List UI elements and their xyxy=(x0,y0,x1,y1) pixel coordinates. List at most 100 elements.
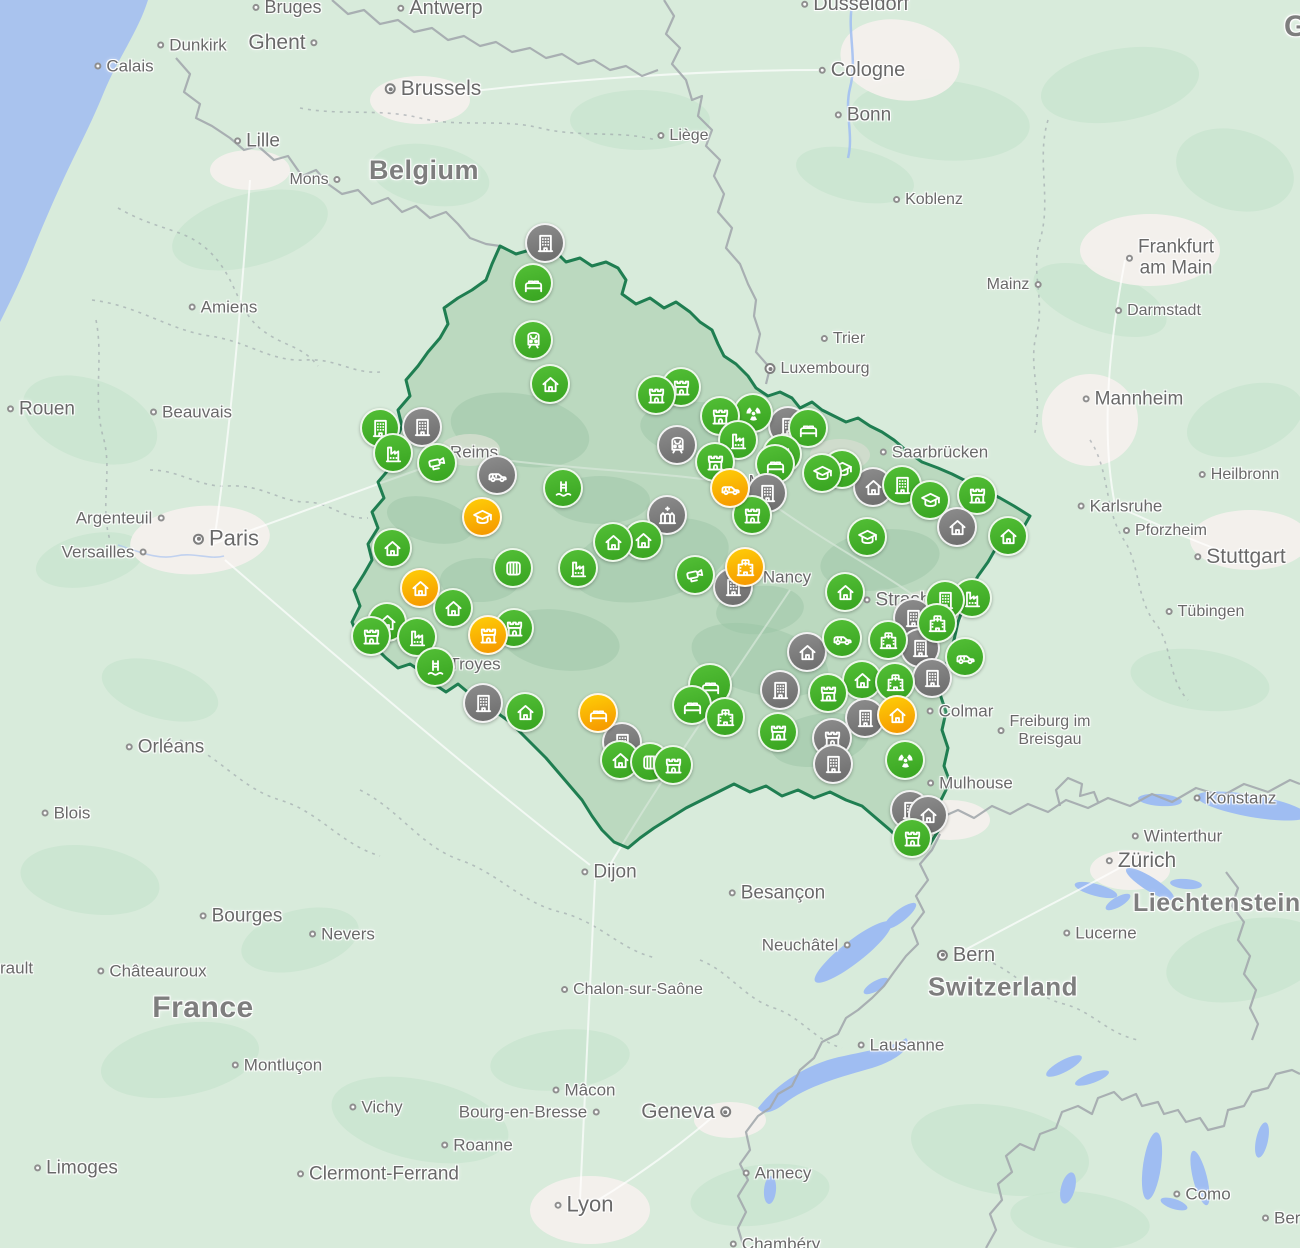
home-icon xyxy=(946,516,969,539)
home-icon xyxy=(602,531,625,554)
home-icon xyxy=(609,749,632,772)
map-marker-ladder[interactable] xyxy=(543,468,583,508)
map-marker-hospital[interactable] xyxy=(868,620,908,660)
hospital-icon xyxy=(884,671,907,694)
home-icon xyxy=(442,597,465,620)
castle-icon xyxy=(741,504,764,527)
map-marker-hospital[interactable] xyxy=(725,547,765,587)
building-icon xyxy=(411,416,434,439)
castle-icon xyxy=(360,625,383,648)
map-marker-van[interactable] xyxy=(822,618,862,658)
cctv-icon xyxy=(684,564,707,587)
map-marker-castle[interactable] xyxy=(468,615,508,655)
map-marker-cctv[interactable] xyxy=(675,555,715,595)
factory-icon xyxy=(567,557,590,580)
castle-icon xyxy=(662,754,685,777)
bed-icon xyxy=(587,702,610,725)
map-marker-home[interactable] xyxy=(530,364,570,404)
building-icon xyxy=(822,753,845,776)
map-marker-hospital[interactable] xyxy=(705,697,745,737)
hospital-icon xyxy=(926,612,949,635)
factory-icon xyxy=(406,626,429,649)
home-icon xyxy=(862,476,885,499)
map-marker-home[interactable] xyxy=(400,568,440,608)
map-marker-van[interactable] xyxy=(477,455,517,495)
map-marker-grad[interactable] xyxy=(802,453,842,493)
map-marker-fence[interactable] xyxy=(493,548,533,588)
map-marker-castle[interactable] xyxy=(351,616,391,656)
castle-icon xyxy=(817,682,840,705)
map-marker-train[interactable] xyxy=(657,425,697,465)
grad-icon xyxy=(856,526,879,549)
map-marker-castle[interactable] xyxy=(758,712,798,752)
map-marker-hospital[interactable] xyxy=(917,603,957,643)
factory-icon xyxy=(382,442,405,465)
castle-icon xyxy=(901,827,924,850)
church-icon xyxy=(656,504,679,527)
grad-icon xyxy=(811,462,834,485)
map-canvas[interactable]: GBelgiumFranceSwitzerlandLiechtensteinBr… xyxy=(0,0,1300,1248)
building-icon xyxy=(921,667,944,690)
map-marker-van[interactable] xyxy=(945,637,985,677)
map-marker-home[interactable] xyxy=(505,692,545,732)
map-marker-castle[interactable] xyxy=(808,673,848,713)
home-icon xyxy=(514,701,537,724)
map-marker-home[interactable] xyxy=(593,522,633,562)
fence-icon xyxy=(502,557,525,580)
ladder-icon xyxy=(424,656,447,679)
map-marker-train[interactable] xyxy=(513,320,553,360)
van-icon xyxy=(954,646,977,669)
map-marker-home[interactable] xyxy=(825,572,865,612)
building-icon xyxy=(854,707,877,730)
castle-icon xyxy=(645,384,668,407)
van-icon xyxy=(831,627,854,650)
map-marker-bed[interactable] xyxy=(578,693,618,733)
map-marker-grad[interactable] xyxy=(462,497,502,537)
van-icon xyxy=(719,477,742,500)
hospital-icon xyxy=(877,629,900,652)
map-marker-building[interactable] xyxy=(813,744,853,784)
grad-icon xyxy=(471,506,494,529)
map-marker-bed[interactable] xyxy=(513,263,553,303)
map-marker-castle[interactable] xyxy=(892,818,932,858)
building-icon xyxy=(769,679,792,702)
home-icon xyxy=(886,704,909,727)
map-marker-home[interactable] xyxy=(988,516,1028,556)
map-marker-building[interactable] xyxy=(760,670,800,710)
map-marker-building[interactable] xyxy=(525,223,565,263)
map-marker-factory[interactable] xyxy=(558,548,598,588)
castle-icon xyxy=(966,484,989,507)
home-icon xyxy=(834,581,857,604)
map-marker-castle[interactable] xyxy=(653,745,693,785)
map-marker-grad[interactable] xyxy=(847,517,887,557)
home-icon xyxy=(796,641,819,664)
grad-icon xyxy=(919,489,942,512)
map-marker-home[interactable] xyxy=(877,695,917,735)
map-marker-home[interactable] xyxy=(372,528,412,568)
bed-icon xyxy=(522,272,545,295)
home-icon xyxy=(851,669,874,692)
home-icon xyxy=(997,525,1020,548)
train-icon xyxy=(666,434,689,457)
map-marker-cctv[interactable] xyxy=(417,443,457,483)
hospital-icon xyxy=(734,556,757,579)
map-marker-home[interactable] xyxy=(937,507,977,547)
cctv-icon xyxy=(426,452,449,475)
home-icon xyxy=(632,529,655,552)
building-icon xyxy=(534,232,557,255)
map-marker-van[interactable] xyxy=(710,468,750,508)
radiation-icon xyxy=(894,749,917,772)
map-marker-castle[interactable] xyxy=(636,375,676,415)
map-marker-building[interactable] xyxy=(463,683,503,723)
home-icon xyxy=(539,373,562,396)
map-marker-home[interactable] xyxy=(787,632,827,672)
building-icon xyxy=(472,692,495,715)
castle-icon xyxy=(477,624,500,647)
ladder-icon xyxy=(552,477,575,500)
castle-icon xyxy=(767,721,790,744)
bed-icon xyxy=(797,417,820,440)
map-marker-ladder[interactable] xyxy=(415,647,455,687)
map-marker-radiation[interactable] xyxy=(885,740,925,780)
home-icon xyxy=(409,577,432,600)
map-marker-factory[interactable] xyxy=(373,433,413,473)
